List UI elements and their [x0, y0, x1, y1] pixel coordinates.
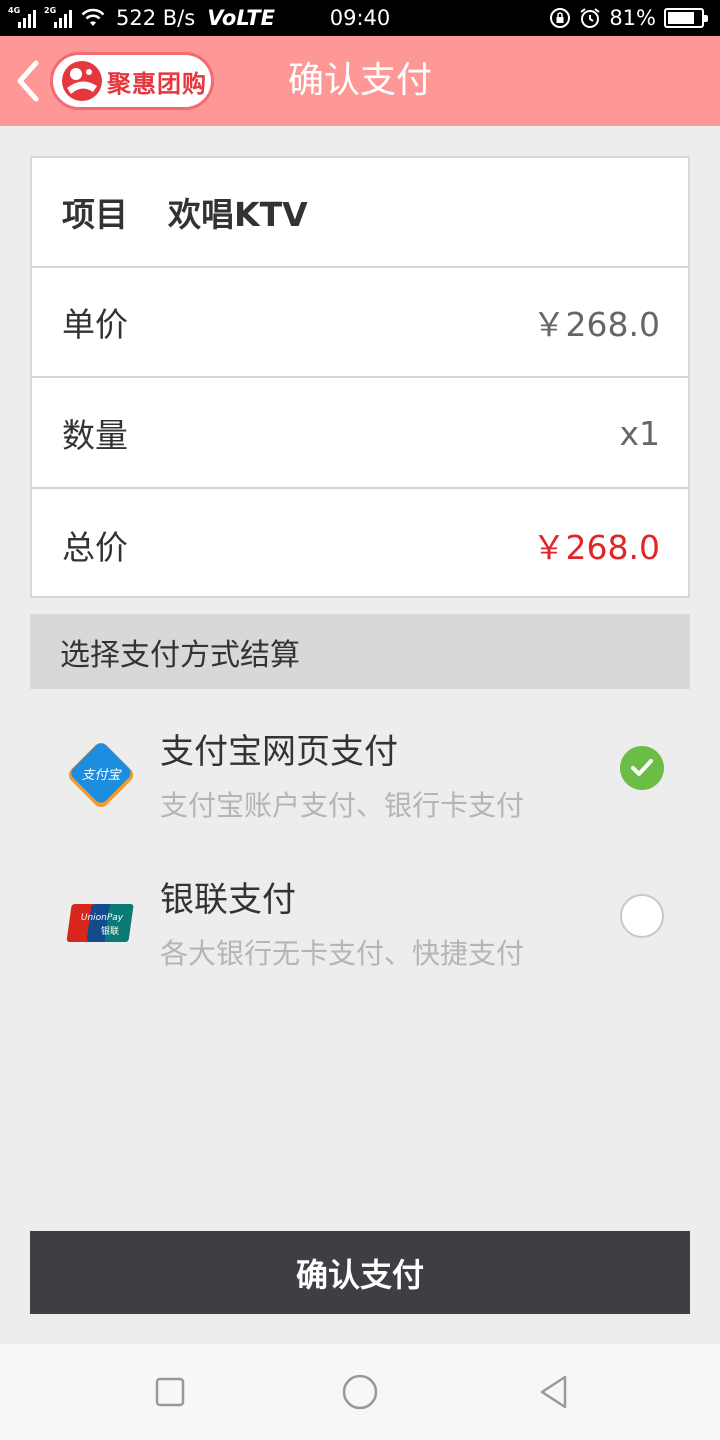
- svg-text:UnionPay: UnionPay: [81, 913, 124, 923]
- payment-option-unionpay[interactable]: UnionPay 银联 银联支付 各大银行无卡支付、快捷支付: [30, 858, 690, 998]
- order-row-unit-price: 单价 ￥268.0: [32, 268, 688, 378]
- brand-logo[interactable]: 聚惠团购: [50, 52, 214, 110]
- recent-apps-button[interactable]: [150, 1372, 190, 1412]
- unionpay-desc: 各大银行无卡支付、快捷支付: [160, 937, 525, 970]
- chevron-left-icon: [17, 60, 39, 102]
- unit-price-label: 单价: [62, 305, 128, 344]
- alipay-radio-checked[interactable]: [620, 746, 664, 790]
- svg-text:支付宝: 支付宝: [81, 767, 122, 783]
- order-row-item: 项目 欢唱KTV: [32, 158, 688, 268]
- square-icon: [155, 1377, 185, 1407]
- svg-text:银联: 银联: [101, 925, 119, 937]
- checkmark-icon: [631, 759, 653, 776]
- item-label: 项目: [62, 195, 128, 234]
- order-row-total: 总价 ￥268.0: [32, 490, 688, 600]
- quantity-label: 数量: [62, 416, 128, 455]
- logo-mascot-icon: [62, 61, 102, 101]
- unionpay-icon: UnionPay 银联: [66, 904, 134, 942]
- circle-icon: [342, 1374, 378, 1410]
- order-summary-card: 项目 欢唱KTV 单价 ￥268.0 数量 x1 总价 ￥268.0: [30, 156, 690, 598]
- triangle-back-icon: [540, 1375, 567, 1409]
- quantity-value: x1: [619, 413, 660, 453]
- total-value: ￥268.0: [532, 528, 660, 567]
- unit-price-value: ￥268.0: [532, 305, 660, 344]
- nav-back-button[interactable]: [534, 1372, 574, 1412]
- logo-text: 聚惠团购: [107, 69, 207, 98]
- alipay-name: 支付宝网页支付: [160, 732, 398, 772]
- unionpay-radio-unchecked[interactable]: [620, 894, 664, 938]
- app-header: 确认支付 聚惠团购: [0, 36, 720, 126]
- alarm-icon: [580, 8, 600, 28]
- alipay-desc: 支付宝账户支付、银行卡支付: [160, 789, 525, 822]
- alipay-icon: 支付宝: [68, 742, 134, 808]
- home-button[interactable]: [340, 1372, 380, 1412]
- status-right: 81%: [549, 0, 710, 36]
- rotation-lock-icon: [550, 8, 571, 28]
- unionpay-name: 银联支付: [160, 880, 296, 920]
- payment-section-title: 选择支付方式结算: [30, 614, 690, 689]
- payment-option-alipay[interactable]: 支付宝 支付宝网页支付 支付宝账户支付、银行卡支付: [30, 710, 690, 850]
- back-button[interactable]: [10, 58, 46, 104]
- item-value: 欢唱KTV: [168, 195, 308, 234]
- confirm-payment-button[interactable]: 确认支付: [30, 1231, 690, 1314]
- system-nav-bar: [0, 1344, 720, 1440]
- battery-percent: 81%: [609, 6, 656, 30]
- battery-fill: [668, 12, 694, 24]
- order-row-quantity: 数量 x1: [32, 379, 688, 489]
- total-label: 总价: [62, 528, 128, 567]
- battery-icon: [664, 8, 708, 28]
- status-bar: 4G 2G 522 B/s VoLTE 09:40 81%: [0, 0, 720, 36]
